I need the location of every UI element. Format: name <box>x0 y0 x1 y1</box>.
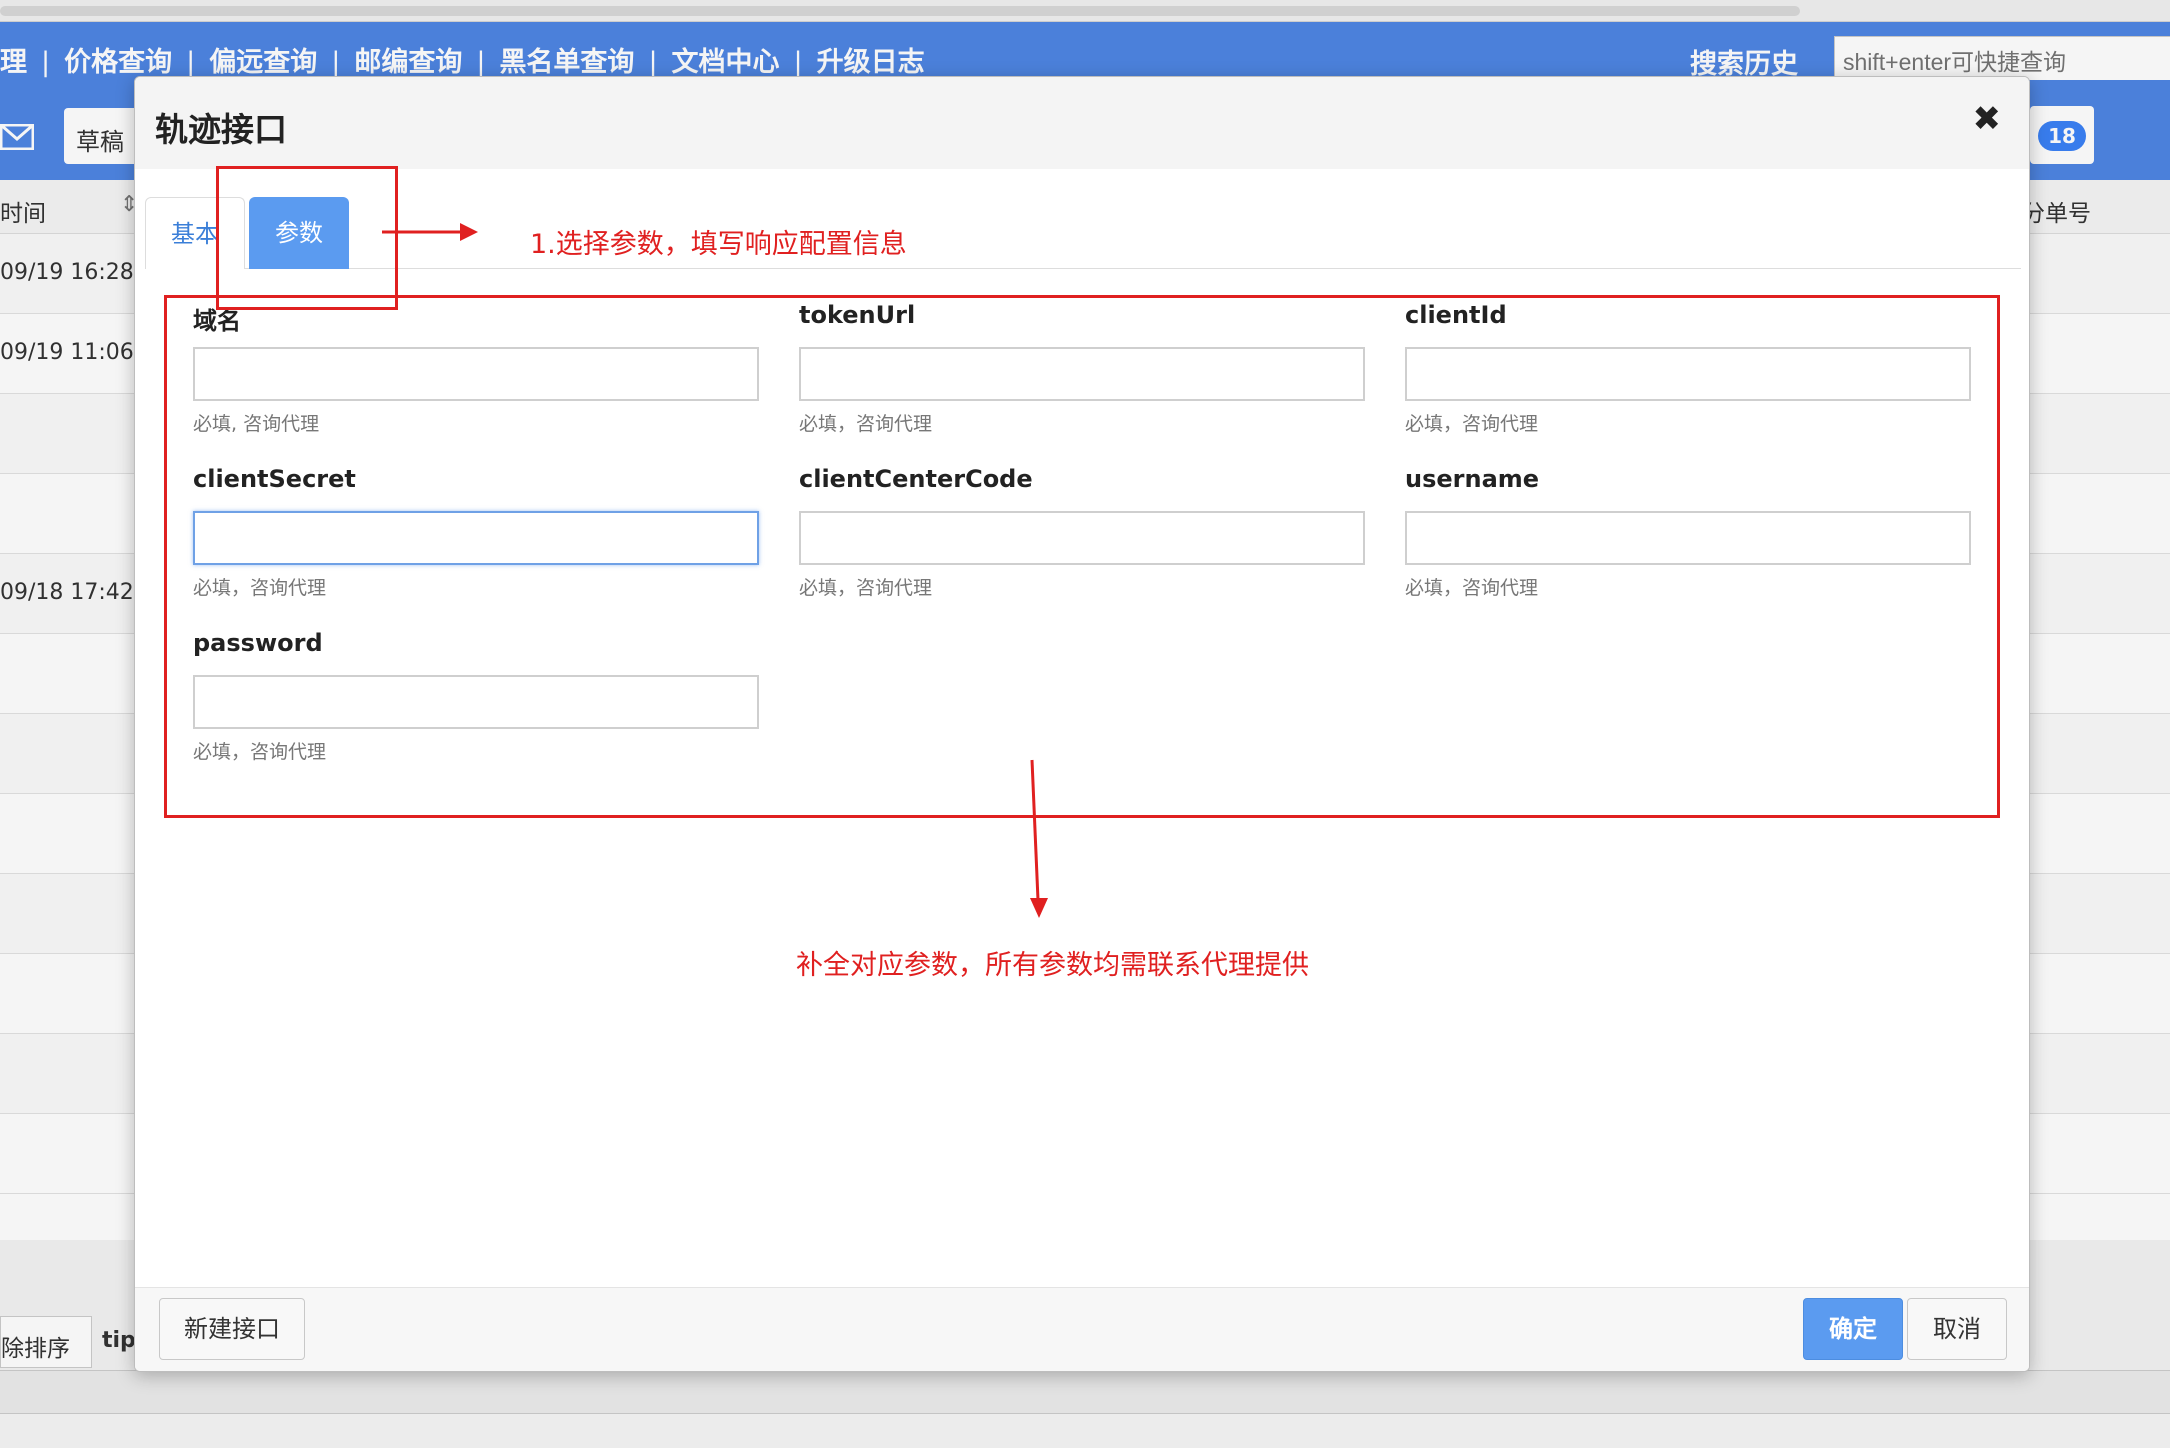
dialog-tabs: 基本 参数 <box>145 197 2021 269</box>
annotation-box-params-tab <box>216 166 398 310</box>
annotation-box-form <box>164 295 2000 818</box>
confirm-button[interactable]: 确定 <box>1803 1298 1903 1360</box>
close-icon[interactable]: ✖ <box>1973 99 2002 139</box>
annotation-step2: 补全对应参数，所有参数均需联系代理提供 <box>796 950 1309 981</box>
new-interface-button[interactable]: 新建接口 <box>159 1298 305 1360</box>
dialog-footer: 新建接口 确定 取消 <box>135 1287 2029 1371</box>
dialog-title: 轨迹接口 <box>155 110 287 149</box>
dialog-header: 轨迹接口 ✖ <box>135 77 2029 169</box>
annotation-step1: 1.选择参数，填写响应配置信息 <box>530 229 907 260</box>
cancel-button[interactable]: 取消 <box>1907 1298 2007 1360</box>
